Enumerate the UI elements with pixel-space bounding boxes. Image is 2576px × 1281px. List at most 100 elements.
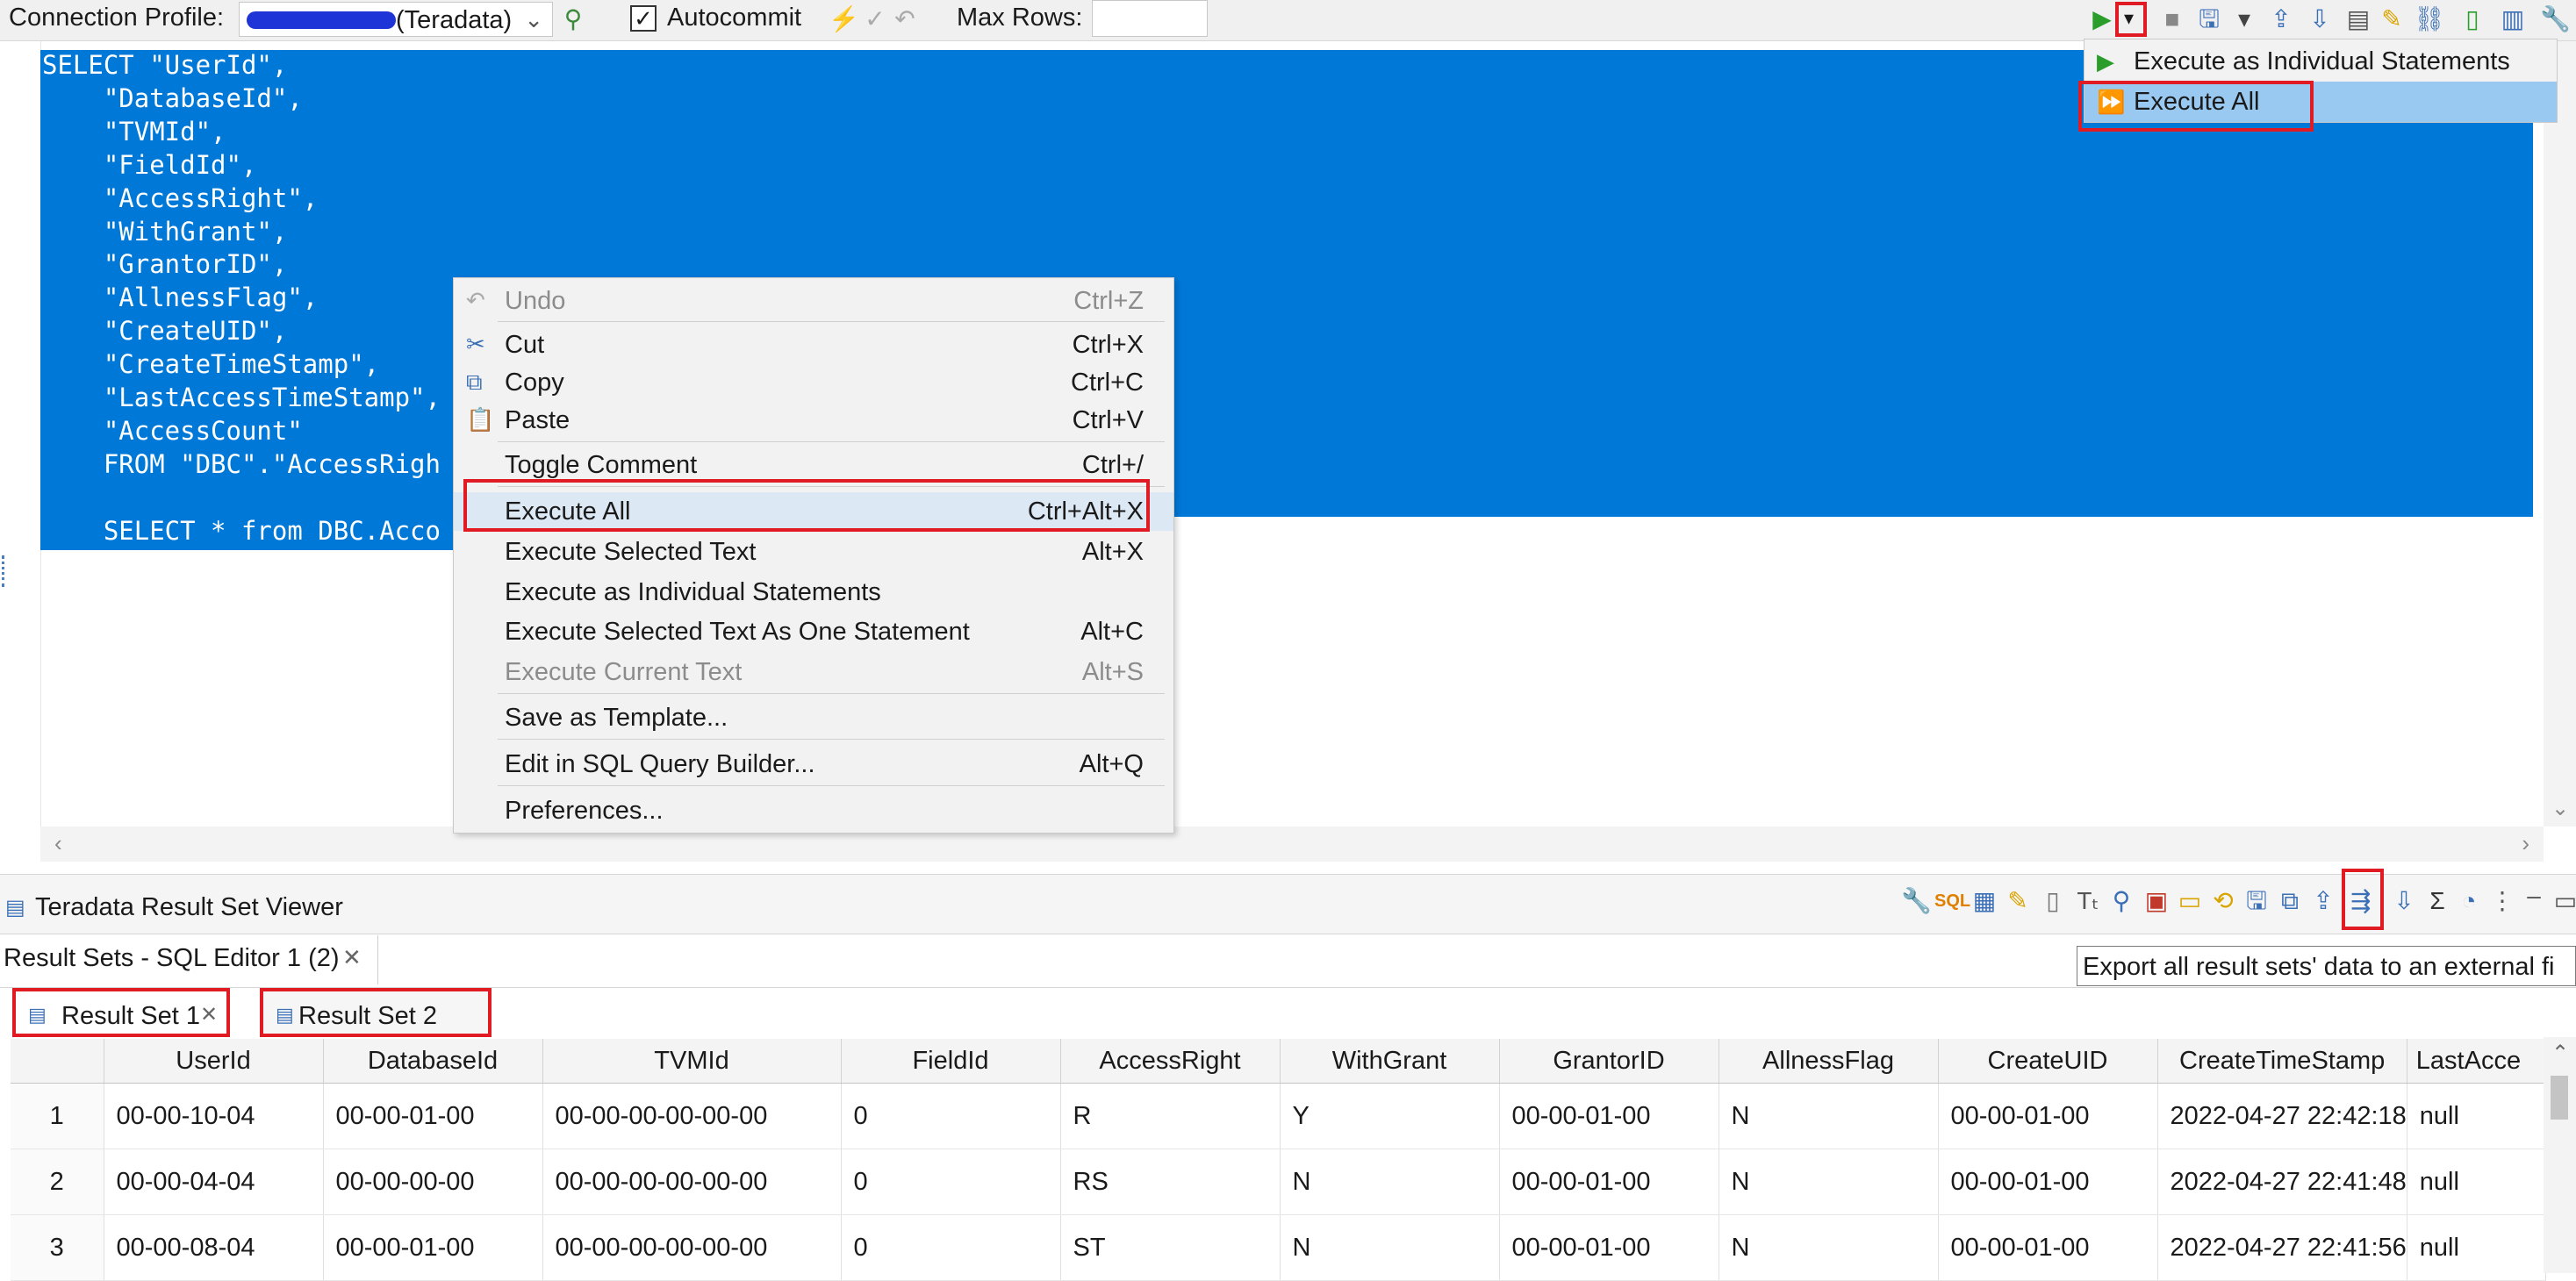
scroll-down-icon[interactable]: ⌄ — [2551, 796, 2569, 821]
scroll-right-icon[interactable]: › — [2522, 830, 2529, 857]
rollback-icon[interactable]: ↶ — [890, 4, 920, 34]
maximize-icon[interactable]: ▭ — [2551, 886, 2576, 916]
table-cell[interactable]: ST — [1060, 1214, 1281, 1281]
column-header[interactable]: TVMId — [542, 1039, 842, 1084]
column-header[interactable]: AccessRight — [1060, 1039, 1281, 1084]
connect-icon[interactable]: ⚲ — [558, 4, 588, 34]
scroll-up-icon[interactable]: ⌃ — [2551, 1041, 2569, 1066]
pencil-icon[interactable]: ✎ — [2003, 886, 2033, 916]
table-cell[interactable]: 00-00-00-00 — [323, 1149, 543, 1215]
scrollbar-thumb[interactable] — [2551, 1076, 2568, 1120]
table-cell[interactable]: 2022-04-27 22:41:56 — [2157, 1214, 2407, 1281]
menu-item-execute-current[interactable]: Execute Current Text Alt+S — [454, 653, 1173, 691]
table-cell[interactable]: RS — [1060, 1149, 1281, 1215]
document-icon[interactable]: ▯ — [2038, 886, 2068, 916]
table-cell[interactable]: 00-00-10-04 — [104, 1083, 324, 1149]
table-cell[interactable]: N — [1719, 1149, 1939, 1215]
sync-icon[interactable]: ⟲ — [2208, 886, 2238, 916]
folder-icon[interactable]: ▭ — [2175, 886, 2205, 916]
copy-icon[interactable]: ⧉ — [2275, 886, 2305, 916]
table-cell[interactable]: N — [1280, 1214, 1500, 1281]
table-cell[interactable]: null — [2407, 1083, 2546, 1149]
link-icon[interactable]: ⛓ — [2414, 4, 2445, 34]
menu-item-execute-individual[interactable]: ▶ Execute as Individual Statements — [2084, 41, 2557, 82]
table-cell[interactable]: N — [1719, 1083, 1939, 1149]
table-cell[interactable]: 0 — [841, 1149, 1061, 1215]
column-header[interactable]: AllnessFlag — [1719, 1039, 1939, 1084]
sum-icon[interactable]: Σ — [2422, 886, 2452, 916]
save-icon[interactable]: 🖫 — [2194, 4, 2224, 34]
export-icon[interactable]: ⇪ — [2308, 886, 2338, 916]
column-header[interactable]: FieldId — [841, 1039, 1061, 1084]
column-header[interactable]: CreateTimeStamp — [2157, 1039, 2407, 1084]
menu-item-preferences[interactable]: Preferences... — [454, 791, 1173, 830]
sql-icon[interactable]: SQL — [1934, 886, 1970, 916]
sql-code[interactable]: SELECT "UserId", "DatabaseId", "TVMId", … — [42, 49, 441, 548]
table-cell[interactable]: 00-00-01-00 — [1938, 1149, 2158, 1215]
import-icon[interactable]: ⇩ — [2389, 886, 2419, 916]
table-cell[interactable]: 00-00-00-00-00-00 — [542, 1149, 842, 1215]
column-header[interactable]: CreateUID — [1938, 1039, 2158, 1084]
table-cell[interactable]: 00-00-04-04 — [104, 1149, 324, 1215]
wrench-icon[interactable]: 🔧 — [2540, 4, 2571, 34]
table-cell[interactable]: R — [1060, 1083, 1281, 1149]
menu-item-cut[interactable]: ✂ Cut Ctrl+X — [454, 326, 1173, 364]
table-cell[interactable]: 00-00-01-00 — [1938, 1214, 2158, 1281]
export-icon[interactable]: ⇪ — [2266, 4, 2296, 34]
column-header[interactable]: WithGrant — [1280, 1039, 1500, 1084]
table-row[interactable]: 3 00-00-08-04 00-00-01-00 00-00-00-00-00… — [11, 1214, 2546, 1281]
autocommit-checkbox[interactable]: ✓ — [630, 5, 657, 32]
menu-item-execute-individual[interactable]: Execute as Individual Statements — [454, 573, 1173, 612]
menu-item-query-builder[interactable]: Edit in SQL Query Builder... Alt+Q — [454, 745, 1173, 784]
table-cell[interactable]: 00-00-01-00 — [1938, 1083, 2158, 1149]
table-cell[interactable]: 00-00-01-00 — [323, 1214, 543, 1281]
menu-item-undo[interactable]: ↶ Undo Ctrl+Z — [454, 282, 1173, 320]
commit-icon[interactable]: ⚡ — [829, 4, 859, 34]
column-header[interactable]: DatabaseId — [323, 1039, 543, 1084]
text-format-icon[interactable]: Tₜ — [2073, 886, 2103, 916]
table-cell[interactable]: 0 — [841, 1083, 1061, 1149]
table-row[interactable]: 2 00-00-04-04 00-00-00-00 00-00-00-00-00… — [11, 1149, 2546, 1215]
column-header[interactable]: GrantorID — [1499, 1039, 1719, 1084]
import-icon[interactable]: ⇩ — [2305, 4, 2335, 34]
wrench-icon[interactable]: 🔧 — [1901, 886, 1932, 916]
tab-result-set-2[interactable]: ▤ Result Set 2 — [260, 988, 492, 1037]
menu-item-execute-selected-text[interactable]: Execute Selected Text Alt+X — [454, 533, 1173, 571]
table-cell[interactable]: 0 — [841, 1214, 1061, 1281]
pencil-icon[interactable]: ✎ — [2377, 4, 2407, 34]
save-icon[interactable]: 🖫 — [2242, 886, 2271, 916]
scroll-left-icon[interactable]: ‹ — [54, 830, 62, 857]
export-all-button[interactable]: ⇶ — [2342, 869, 2384, 930]
pin-icon[interactable]: ⚲ — [2106, 886, 2136, 916]
max-rows-input[interactable] — [1092, 0, 1208, 37]
minimize-icon[interactable]: – — [2519, 881, 2549, 911]
table-cell[interactable]: 00-00-00-00-00-00 — [542, 1083, 842, 1149]
chevron-down-icon[interactable]: ▾ — [2229, 4, 2259, 34]
close-icon[interactable]: ✕ — [342, 944, 362, 971]
filter-icon[interactable]: ▦ — [1970, 886, 1999, 916]
table-cell[interactable]: N — [1719, 1214, 1939, 1281]
menu-item-paste[interactable]: 📋 Paste Ctrl+V — [454, 401, 1173, 440]
stop-icon[interactable]: ■ — [2157, 4, 2187, 34]
table-cell[interactable]: 00-00-08-04 — [104, 1214, 324, 1281]
menu-item-execute-as-one[interactable]: Execute Selected Text As One Statement A… — [454, 612, 1173, 651]
format-icon[interactable]: ▤ — [2343, 4, 2373, 34]
table-cell[interactable]: 00-00-01-00 — [1499, 1214, 1719, 1281]
table-cell[interactable]: null — [2407, 1149, 2546, 1215]
menu-item-copy[interactable]: ⧉ Copy Ctrl+C — [454, 363, 1173, 402]
chart-icon[interactable]: ◔ — [2454, 886, 2484, 916]
table-cell[interactable]: 00-00-00-00-00-00 — [542, 1214, 842, 1281]
execute-dropdown-button[interactable]: ▾ — [2115, 2, 2147, 37]
editor-horizontal-scrollbar[interactable]: ‹ › — [40, 827, 2544, 862]
table-cell[interactable]: null — [2407, 1214, 2546, 1281]
check-icon[interactable]: ✓ — [860, 4, 890, 34]
table-cell[interactable]: 00-00-01-00 — [323, 1083, 543, 1149]
result-vertical-scrollbar[interactable]: ⌃ — [2544, 1037, 2576, 1273]
column-header[interactable]: UserId — [104, 1039, 324, 1084]
script-icon[interactable]: ▯ — [2458, 4, 2487, 34]
table-cell[interactable]: 00-00-01-00 — [1499, 1149, 1719, 1215]
close-icon[interactable]: ✕ — [200, 1002, 218, 1027]
table-cell[interactable]: Y — [1280, 1083, 1500, 1149]
menu-item-save-template[interactable]: Save as Template... — [454, 698, 1173, 737]
table-cell[interactable]: 2022-04-27 22:41:48 — [2157, 1149, 2407, 1215]
